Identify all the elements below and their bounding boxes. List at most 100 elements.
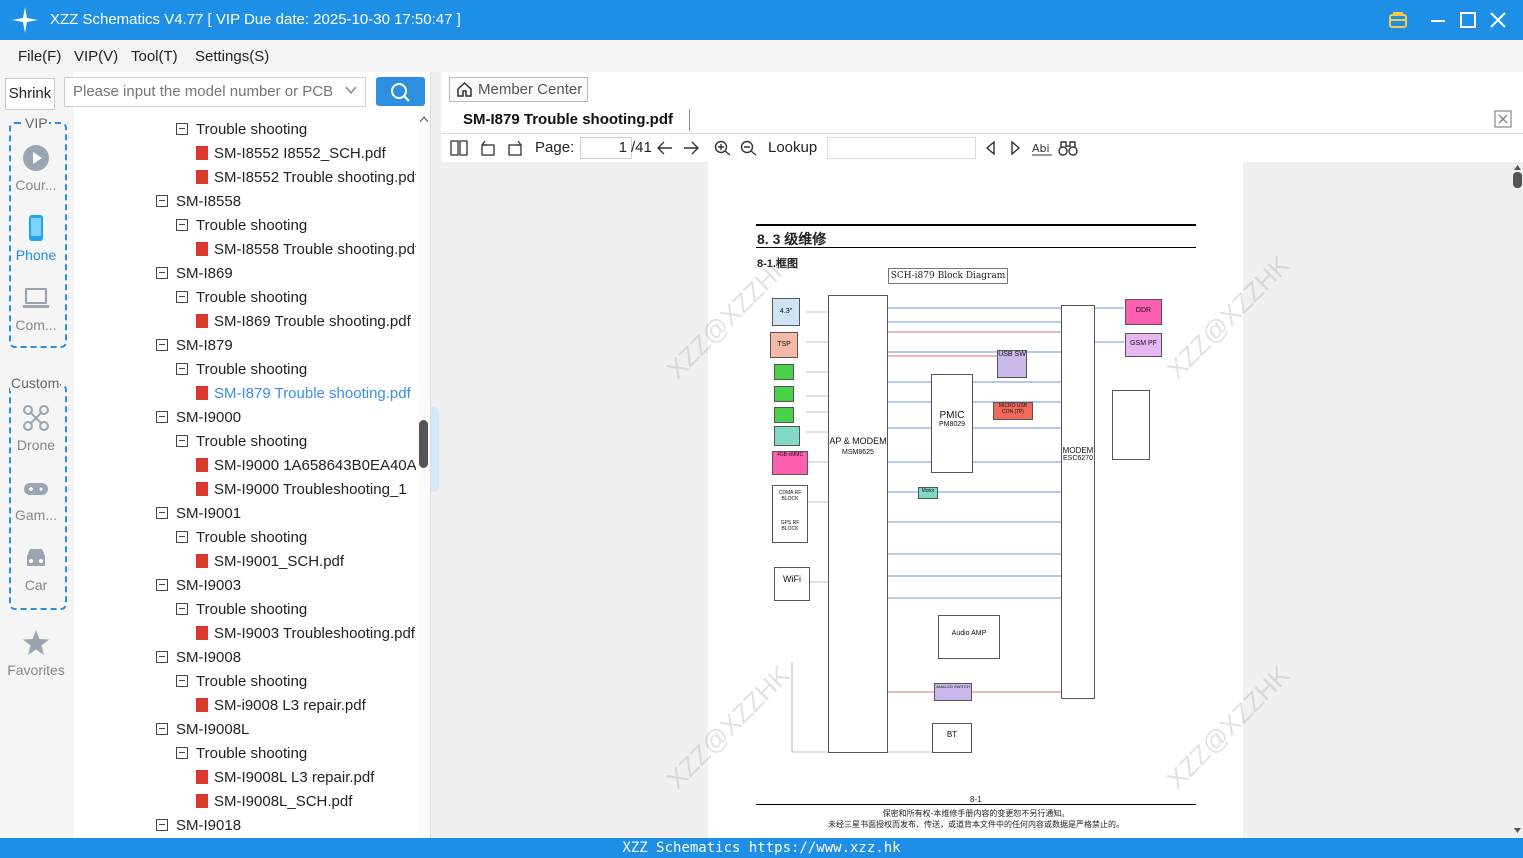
close-tab-icon[interactable]	[1494, 110, 1512, 128]
find-next-icon[interactable]	[1006, 140, 1024, 156]
rotate-right-icon[interactable]	[506, 140, 524, 156]
tree-folder-item[interactable]: SM-I869	[156, 262, 233, 286]
tree-folder-item[interactable]: Trouble shooting	[176, 118, 307, 142]
tree-folder-item[interactable]: SM-I9001	[156, 502, 241, 526]
zoom-in-icon[interactable]	[714, 140, 732, 156]
lookup-input[interactable]	[827, 137, 976, 159]
tree-folder-item[interactable]: Trouble shooting	[176, 286, 307, 310]
collapse-icon[interactable]	[176, 219, 188, 232]
collapse-icon[interactable]	[156, 411, 168, 424]
rail-item-drone[interactable]: Drone	[4, 404, 68, 453]
back-arrow-icon[interactable]	[656, 140, 674, 156]
collapse-icon[interactable]	[156, 651, 168, 664]
pdf-file-icon	[196, 458, 208, 473]
tree-file-item[interactable]: SM-I9000 1A658643B0EA40A	[196, 454, 416, 478]
tree-file-item[interactable]: SM-I9008L_SCH.pdf	[196, 790, 352, 814]
collapse-icon[interactable]	[156, 339, 168, 352]
rail-item-favorites[interactable]: Favorites	[4, 629, 68, 678]
tree-file-item[interactable]: SM-I8552 Trouble shooting.pdf	[196, 166, 416, 190]
search-input[interactable]	[65, 78, 343, 104]
tree-folder-item[interactable]: Trouble shooting	[176, 598, 307, 622]
tree-file-item[interactable]: SM-I9008L L3 repair.pdf	[196, 766, 374, 790]
tree-scroll-thumb[interactable]	[419, 420, 428, 468]
tree-folder-item[interactable]: SM-I9008	[156, 646, 241, 670]
collapse-icon[interactable]	[156, 507, 168, 520]
doc-scroll-down-icon[interactable]	[1514, 828, 1521, 834]
tree-folder-item[interactable]: Trouble shooting	[176, 670, 307, 694]
model-search-box[interactable]	[64, 77, 366, 107]
page-number-input[interactable]: 1	[580, 137, 632, 159]
tree-folder-item[interactable]: SM-I9008L	[156, 718, 249, 742]
tree-folder-item[interactable]: Trouble shooting	[176, 430, 307, 454]
collapse-icon[interactable]	[156, 819, 168, 832]
rotate-left-icon[interactable]	[479, 140, 497, 156]
tree-file-item[interactable]: SM-I8552 I8552_SCH.pdf	[196, 142, 386, 166]
doc-scroll-up-icon[interactable]	[1514, 164, 1521, 170]
rail-item-course[interactable]: Cour...	[4, 144, 68, 193]
collapse-icon[interactable]	[176, 123, 188, 136]
menu-vip[interactable]: VIP(V)	[74, 48, 118, 65]
collapse-icon[interactable]	[176, 291, 188, 304]
member-center-button[interactable]: Member Center	[449, 77, 588, 102]
scroll-up-icon[interactable]	[420, 116, 428, 122]
menu-tool[interactable]: Tool(T)	[131, 48, 178, 65]
shrink-button[interactable]: Shrink	[5, 78, 55, 110]
collapse-icon[interactable]	[176, 435, 188, 448]
vip-bag-icon[interactable]	[1387, 9, 1409, 31]
tree-item-label: SM-I8552 I8552_SCH.pdf	[214, 145, 386, 162]
tree-folder-item[interactable]: SM-I9000	[156, 406, 241, 430]
tree-file-item[interactable]: SM-I9001_SCH.pdf	[196, 550, 344, 574]
collapse-icon[interactable]	[156, 267, 168, 280]
maximize-icon[interactable]	[1457, 9, 1479, 31]
collapse-icon[interactable]	[176, 675, 188, 688]
tree-folder-item[interactable]: Trouble shooting	[176, 742, 307, 766]
collapse-icon[interactable]	[176, 747, 188, 760]
two-page-view-icon[interactable]	[450, 140, 468, 156]
rail-item-game[interactable]: Gam...	[4, 474, 68, 523]
tree-folder-item[interactable]: SM-I879	[156, 334, 233, 358]
search-button[interactable]	[376, 77, 425, 106]
minimize-icon[interactable]	[1427, 9, 1449, 31]
rail-item-computer[interactable]: Com...	[4, 284, 68, 333]
match-case-icon[interactable]: Abi	[1031, 140, 1053, 156]
tree-folder-item[interactable]: SM-I9003	[156, 574, 241, 598]
collapse-icon[interactable]	[156, 723, 168, 736]
tree-folder-item[interactable]: Trouble shooting	[176, 526, 307, 550]
collapse-icon[interactable]	[176, 531, 188, 544]
vip-group-label: VIP	[24, 115, 49, 131]
forward-arrow-icon[interactable]	[682, 140, 700, 156]
find-binoculars-icon[interactable]	[1058, 140, 1078, 156]
menu-settings[interactable]: Settings(S)	[195, 48, 269, 65]
tree-file-item[interactable]: SM-I879 Trouble shooting.pdf	[196, 382, 411, 406]
document-scrollbar[interactable]	[1512, 162, 1523, 838]
rail-item-car[interactable]: Car	[4, 544, 68, 593]
collapse-icon[interactable]	[176, 363, 188, 376]
tab-document[interactable]: SM-I879 Trouble shooting.pdf	[463, 111, 673, 128]
tree-file-item[interactable]: SM-I869 Trouble shooting.pdf	[196, 310, 411, 334]
chevron-down-icon[interactable]	[345, 84, 357, 96]
find-previous-icon[interactable]	[982, 140, 1000, 156]
collapse-icon[interactable]	[156, 195, 168, 208]
close-icon[interactable]	[1487, 9, 1509, 31]
home-icon	[457, 81, 472, 97]
rail-item-phone[interactable]: Phone	[4, 214, 68, 263]
collapse-icon[interactable]	[156, 579, 168, 592]
panel-splitter[interactable]	[430, 72, 441, 838]
tree-folder-item[interactable]: Trouble shooting	[176, 214, 307, 238]
tree-file-item[interactable]: SM-i9008 L3 repair.pdf	[196, 694, 366, 718]
collapse-icon[interactable]	[176, 603, 188, 616]
doc-scroll-thumb[interactable]	[1513, 172, 1522, 188]
tree-file-item[interactable]: SM-I8558 Trouble shooting.pdf	[196, 238, 416, 262]
tree-folder-item[interactable]: SM-I8558	[156, 190, 241, 214]
car-icon	[27, 549, 45, 566]
tree-file-item[interactable]: SM-I9003 Troubleshooting.pdf	[196, 622, 415, 646]
tree-scrollbar[interactable]	[418, 112, 430, 838]
tree-folder-item[interactable]: Trouble shooting	[176, 358, 307, 382]
tree-folder-item[interactable]: SM-I9018	[156, 814, 241, 838]
menu-file[interactable]: File(F)	[18, 48, 61, 65]
tree-file-item[interactable]: SM-I9000 Troubleshooting_1	[196, 478, 407, 502]
zoom-out-icon[interactable]	[740, 140, 758, 156]
page-number-label: 8-1	[970, 795, 982, 804]
menu-bar: File(F) VIP(V) Tool(T) Settings(S)	[0, 40, 1523, 72]
page-total: /41	[631, 139, 652, 156]
